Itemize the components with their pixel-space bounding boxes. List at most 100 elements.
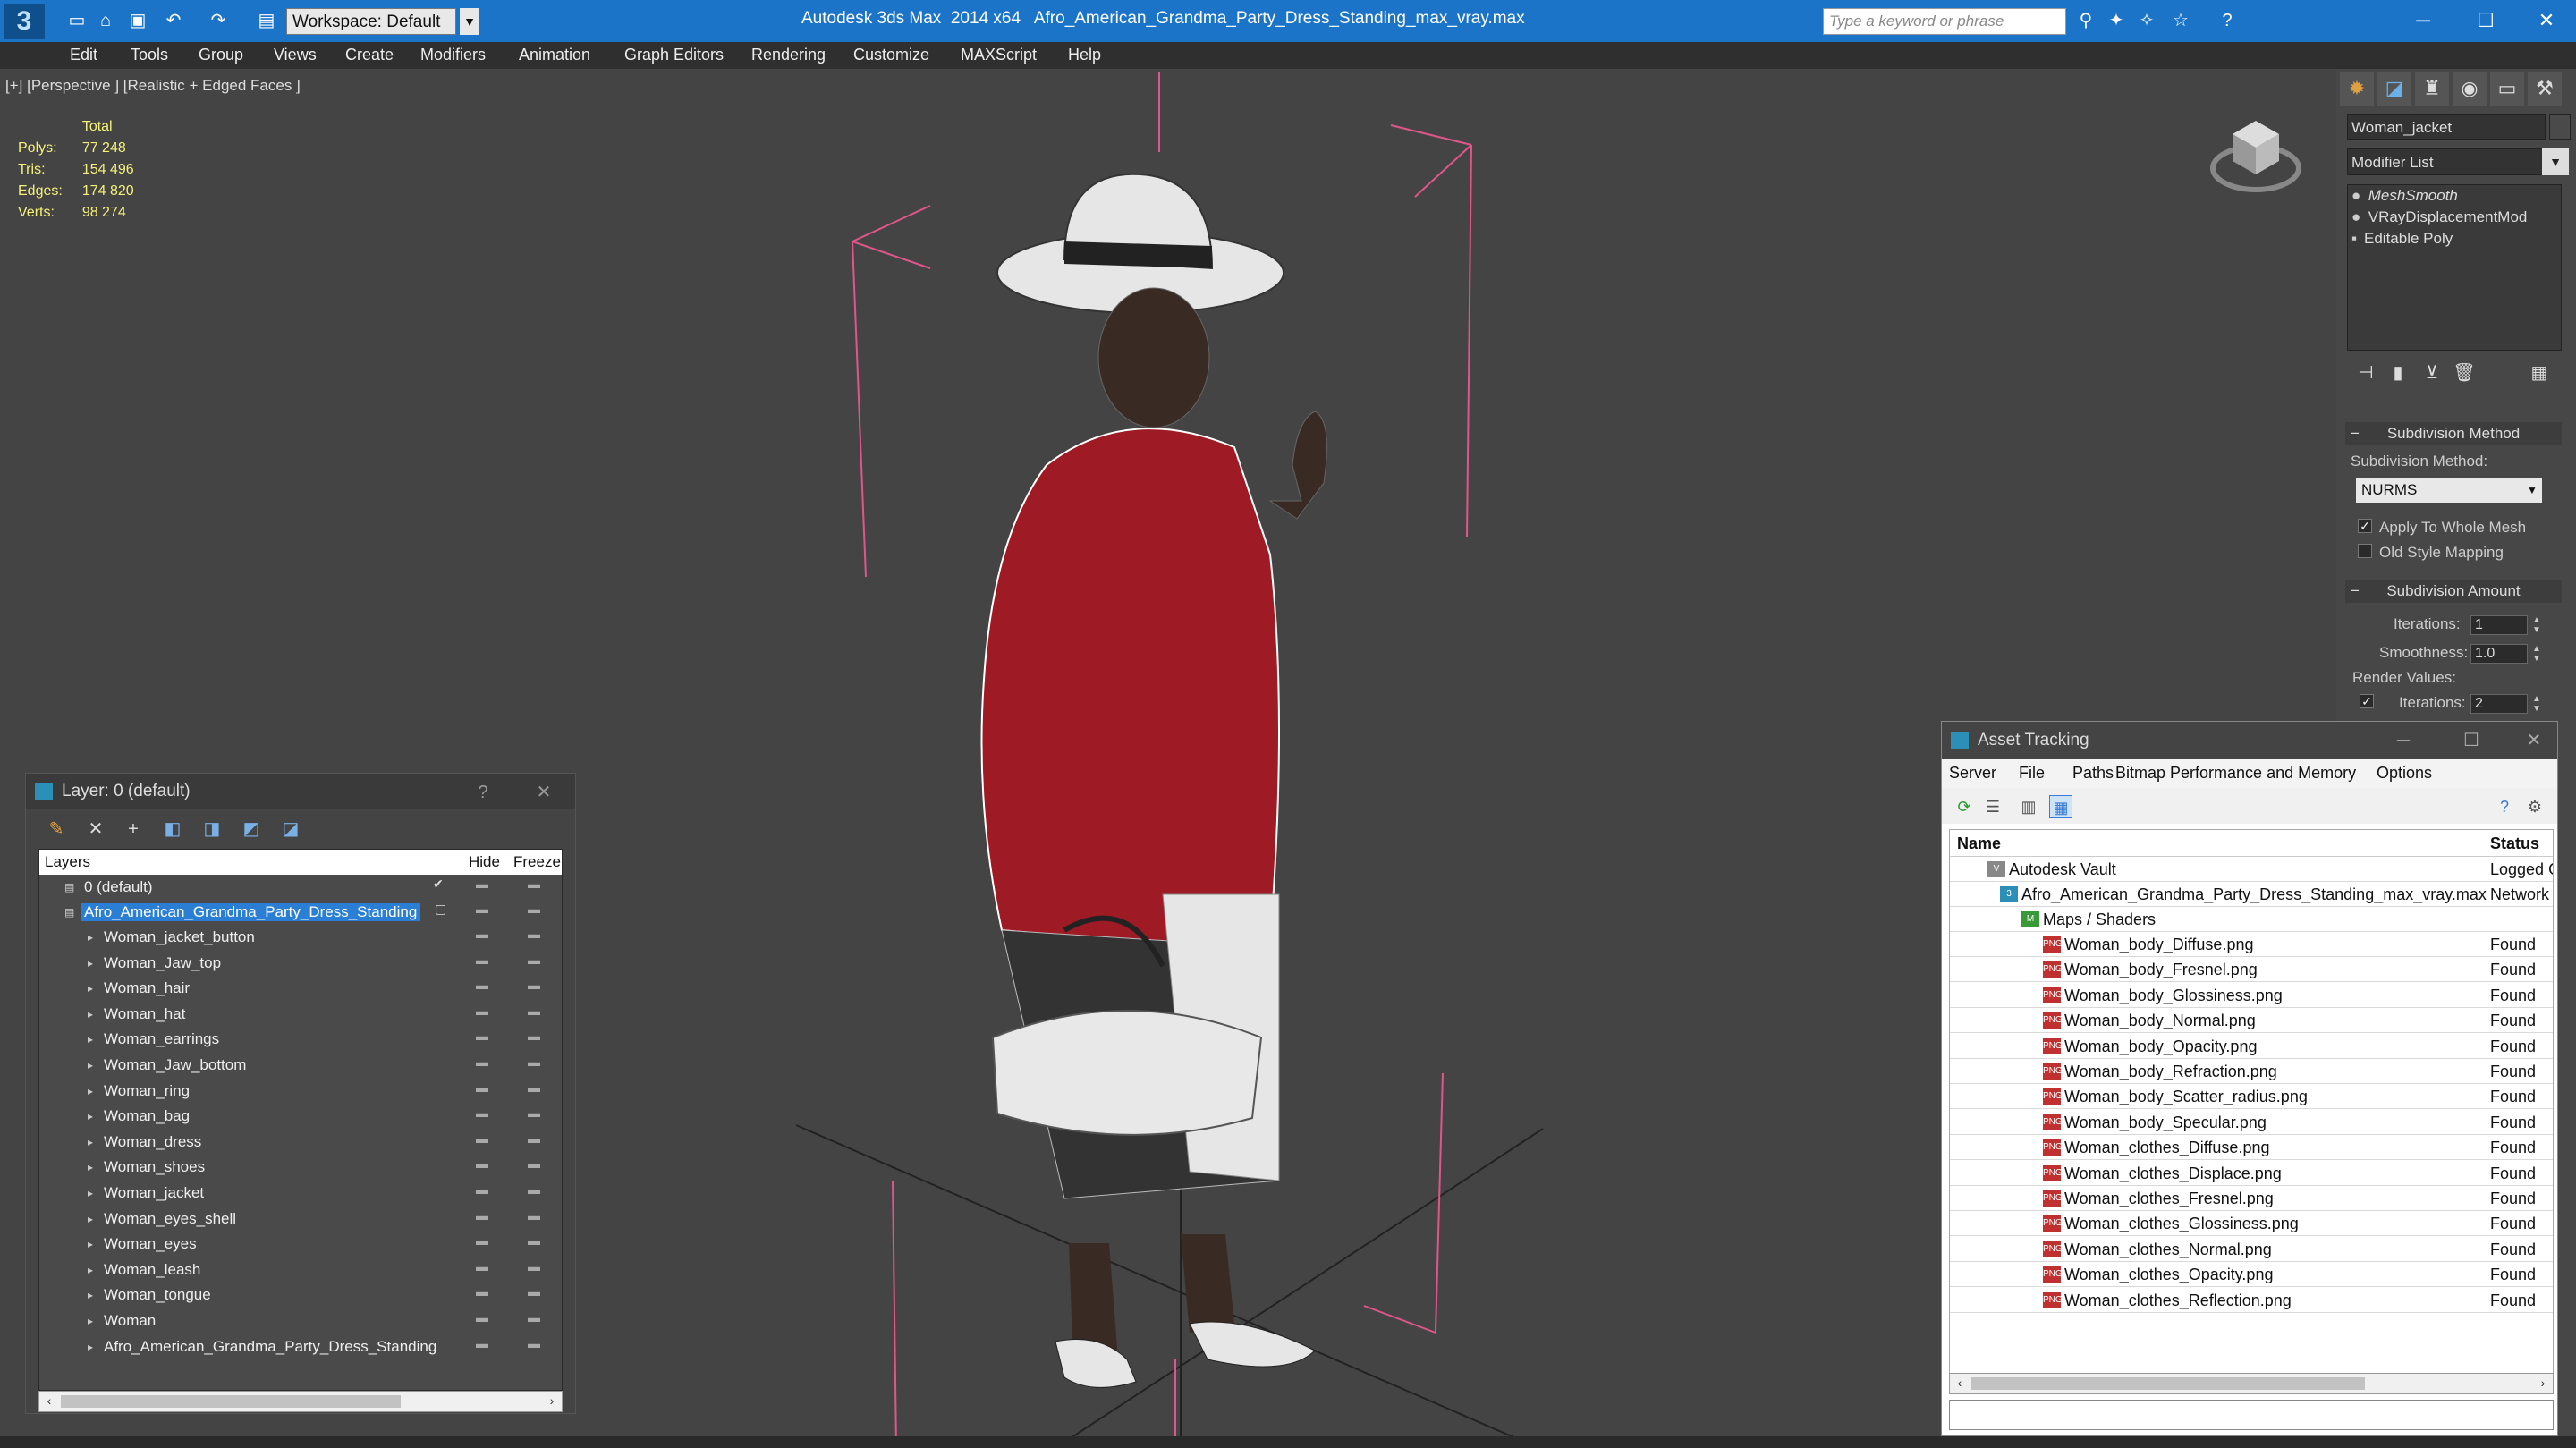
object-name-field[interactable]: Woman_jacket xyxy=(2347,114,2546,140)
hide-toggle[interactable]: ▬ xyxy=(476,1259,494,1274)
app-logo-icon[interactable]: 3 xyxy=(4,4,45,39)
freeze-toggle[interactable]: ▬ xyxy=(528,1310,546,1325)
layer-tree[interactable]: Layers Hide Freeze ▤ 0 (default) ✔ ▬ ▬ ▤ Afro… xyxy=(38,849,563,1391)
freeze-toggle[interactable]: ▬ xyxy=(528,978,546,992)
menu-customize[interactable]: Customize xyxy=(853,46,929,64)
stack-item[interactable]: ▪ Editable Poly xyxy=(2351,230,2453,248)
layer-object-row[interactable]: ▸ Woman_hair ▬ ▬ xyxy=(39,976,562,1001)
settings-icon[interactable]: ⚙ xyxy=(2523,795,2546,818)
asset-window-title[interactable]: Asset Tracking ─ ☐ ✕ xyxy=(1942,722,2557,759)
hide-toggle[interactable]: ▬ xyxy=(476,1182,494,1197)
apply-whole-mesh-checkbox[interactable]: ✓ xyxy=(2358,519,2372,533)
hide-toggle[interactable]: ▬ xyxy=(476,1156,494,1171)
freeze-toggle[interactable]: ▬ xyxy=(528,876,546,891)
lightbulb-icon[interactable]: ● xyxy=(2351,208,2364,226)
hide-toggle[interactable]: ▬ xyxy=(476,902,494,916)
spinner-arrows-icon[interactable]: ▲ ▼ xyxy=(2531,644,2542,664)
scroll-left-icon[interactable]: ‹ xyxy=(1952,1376,1968,1390)
layer-object-row[interactable]: ▸ Woman_dress ▬ ▬ xyxy=(39,1130,562,1155)
minimize-button[interactable]: ─ xyxy=(2401,5,2445,36)
asset-map-row[interactable]: PNG Woman_body_Refraction.png Found xyxy=(1950,1059,2553,1084)
hide-toggle[interactable]: ▬ xyxy=(476,1284,494,1299)
help-button[interactable]: ? xyxy=(471,781,495,804)
freeze-toggle[interactable]: ▬ xyxy=(528,1259,546,1274)
subdivision-method-select[interactable]: NURMS xyxy=(2356,478,2542,503)
asset-map-row[interactable]: PNG Woman_body_Glossiness.png Found xyxy=(1950,983,2553,1008)
table-view-icon[interactable]: ▦ xyxy=(2049,795,2072,818)
asset-map-row[interactable]: PNG Woman_body_Diffuse.png Found xyxy=(1950,932,2553,957)
layer-object-row[interactable]: ▸ Woman_tongue ▬ ▬ xyxy=(39,1283,562,1308)
old-style-mapping-checkbox[interactable] xyxy=(2358,544,2372,558)
asset-row[interactable]: M Maps / Shaders xyxy=(1950,907,2553,932)
save-icon[interactable]: ▣ xyxy=(125,9,150,32)
menu-options[interactable]: Options xyxy=(2377,764,2432,783)
freeze-toggle[interactable]: ▬ xyxy=(528,1336,546,1351)
col-status[interactable]: Status xyxy=(2490,834,2539,853)
menu-paths[interactable]: Paths xyxy=(2072,764,2114,783)
asset-horizontal-scrollbar[interactable]: ‹ › xyxy=(1949,1373,2554,1394)
layer-object-row[interactable]: ▸ Afro_American_Grandma_Party_Dress_Stand… xyxy=(39,1334,562,1359)
pin-stack-icon[interactable]: ⊣ xyxy=(2352,361,2379,385)
hide-toggle[interactable]: ▬ xyxy=(476,1080,494,1095)
scroll-left-icon[interactable]: ‹ xyxy=(41,1393,57,1408)
hide-toggle[interactable]: ▬ xyxy=(476,1029,494,1043)
smoothness-spinner[interactable]: 1.0 xyxy=(2470,644,2528,664)
search-input[interactable] xyxy=(1823,8,2066,35)
thumbnail-view-icon[interactable]: ▥ xyxy=(2017,795,2040,818)
asset-map-row[interactable]: PNG Woman_body_Opacity.png Found xyxy=(1950,1034,2553,1059)
menu-help[interactable]: Help xyxy=(1068,46,1101,64)
freeze-toggle[interactable]: ▬ xyxy=(528,1054,546,1069)
workspace-select[interactable]: Workspace: Default xyxy=(286,8,456,35)
asset-table[interactable]: Name Status VAutodesk Vault Logged O 3Afr… xyxy=(1949,829,2554,1391)
menu-bitmap-performance[interactable]: Bitmap Performance and Memory xyxy=(2115,764,2356,783)
subdivision-amount-rollout[interactable]: − Subdivision Amount xyxy=(2345,580,2562,603)
create-tab-icon[interactable]: ✹ xyxy=(2340,72,2374,106)
help-icon[interactable]: ? xyxy=(2493,795,2516,818)
asset-map-row[interactable]: PNG Woman_body_Scatter_radius.png Found xyxy=(1950,1084,2553,1110)
utilities-tab-icon[interactable]: ⚒ xyxy=(2528,72,2562,106)
lightbulb-icon[interactable]: ● xyxy=(2351,187,2364,205)
freeze-toggle[interactable]: ▬ xyxy=(528,1080,546,1095)
scrollbar-thumb[interactable] xyxy=(61,1395,401,1408)
asset-map-row[interactable]: PNG Woman_body_Fresnel.png Found xyxy=(1950,957,2553,983)
layer-object-row[interactable]: ▸ Woman_eyes ▬ ▬ xyxy=(39,1232,562,1257)
stack-item[interactable]: ● VRayDisplacementMod xyxy=(2351,208,2527,226)
hide-toggle[interactable]: ▬ xyxy=(476,927,494,941)
remove-modifier-icon[interactable]: 🗑 xyxy=(2451,361,2478,385)
select-objects-icon[interactable]: ◧ xyxy=(160,817,185,842)
layer-window-title[interactable]: Layer: 0 (default) ? ✕ xyxy=(26,774,575,809)
chevron-down-icon[interactable]: ▼ xyxy=(2542,148,2569,175)
layer-object-row[interactable]: ▸ Woman_eyes_shell ▬ ▬ xyxy=(39,1207,562,1232)
col-layers[interactable]: Layers xyxy=(45,853,90,871)
layer-object-row[interactable]: ▸ Woman_shoes ▬ ▬ xyxy=(39,1155,562,1180)
hide-toggle[interactable]: ▬ xyxy=(476,1233,494,1248)
project-folder-icon[interactable]: ▤ xyxy=(254,9,279,32)
hierarchy-tab-icon[interactable]: ♜ xyxy=(2415,72,2449,106)
refresh-icon[interactable]: ⟳ xyxy=(1953,795,1976,818)
menu-views[interactable]: Views xyxy=(274,46,317,64)
col-freeze[interactable]: Freeze xyxy=(513,853,561,871)
undo-icon[interactable]: ↶ xyxy=(161,9,186,32)
freeze-toggle[interactable]: ▬ xyxy=(528,1182,546,1197)
favorites-icon[interactable]: ☆ xyxy=(2168,9,2193,32)
modify-tab-icon[interactable]: ◪ xyxy=(2377,72,2411,106)
layer-row-selected[interactable]: ▤ Afro_American_Grandma_Party_Dress_Stand… xyxy=(39,900,562,925)
menu-group[interactable]: Group xyxy=(199,46,243,64)
freeze-toggle[interactable]: ▬ xyxy=(528,1233,546,1248)
menu-file[interactable]: File xyxy=(2019,764,2045,783)
layer-object-row[interactable]: ▸ Woman_ring ▬ ▬ xyxy=(39,1079,562,1104)
current-layer-checkmark-icon[interactable]: ✔ xyxy=(433,876,451,892)
asset-map-row[interactable]: PNG Woman_body_Normal.png Found xyxy=(1950,1008,2553,1034)
spinner-arrows-icon[interactable]: ▲ ▼ xyxy=(2531,615,2542,635)
open-file-icon[interactable]: ⌂ xyxy=(93,9,118,32)
render-iterations-spinner[interactable]: 2 xyxy=(2470,694,2528,714)
asset-map-row[interactable]: PNG Woman_clothes_Fresnel.png Found xyxy=(1950,1186,2553,1211)
menu-create[interactable]: Create xyxy=(345,46,394,64)
layer-object-row[interactable]: ▸ Woman_bag ▬ ▬ xyxy=(39,1104,562,1129)
subdivision-method-rollout[interactable]: − Subdivision Method xyxy=(2345,422,2562,445)
asset-map-row[interactable]: PNG Woman_clothes_Normal.png Found xyxy=(1950,1237,2553,1262)
subscription-icon[interactable]: ✦ xyxy=(2104,9,2129,32)
motion-tab-icon[interactable]: ◉ xyxy=(2453,72,2487,106)
scroll-right-icon[interactable]: › xyxy=(544,1393,560,1408)
freeze-toggle[interactable]: ▬ xyxy=(528,1131,546,1146)
